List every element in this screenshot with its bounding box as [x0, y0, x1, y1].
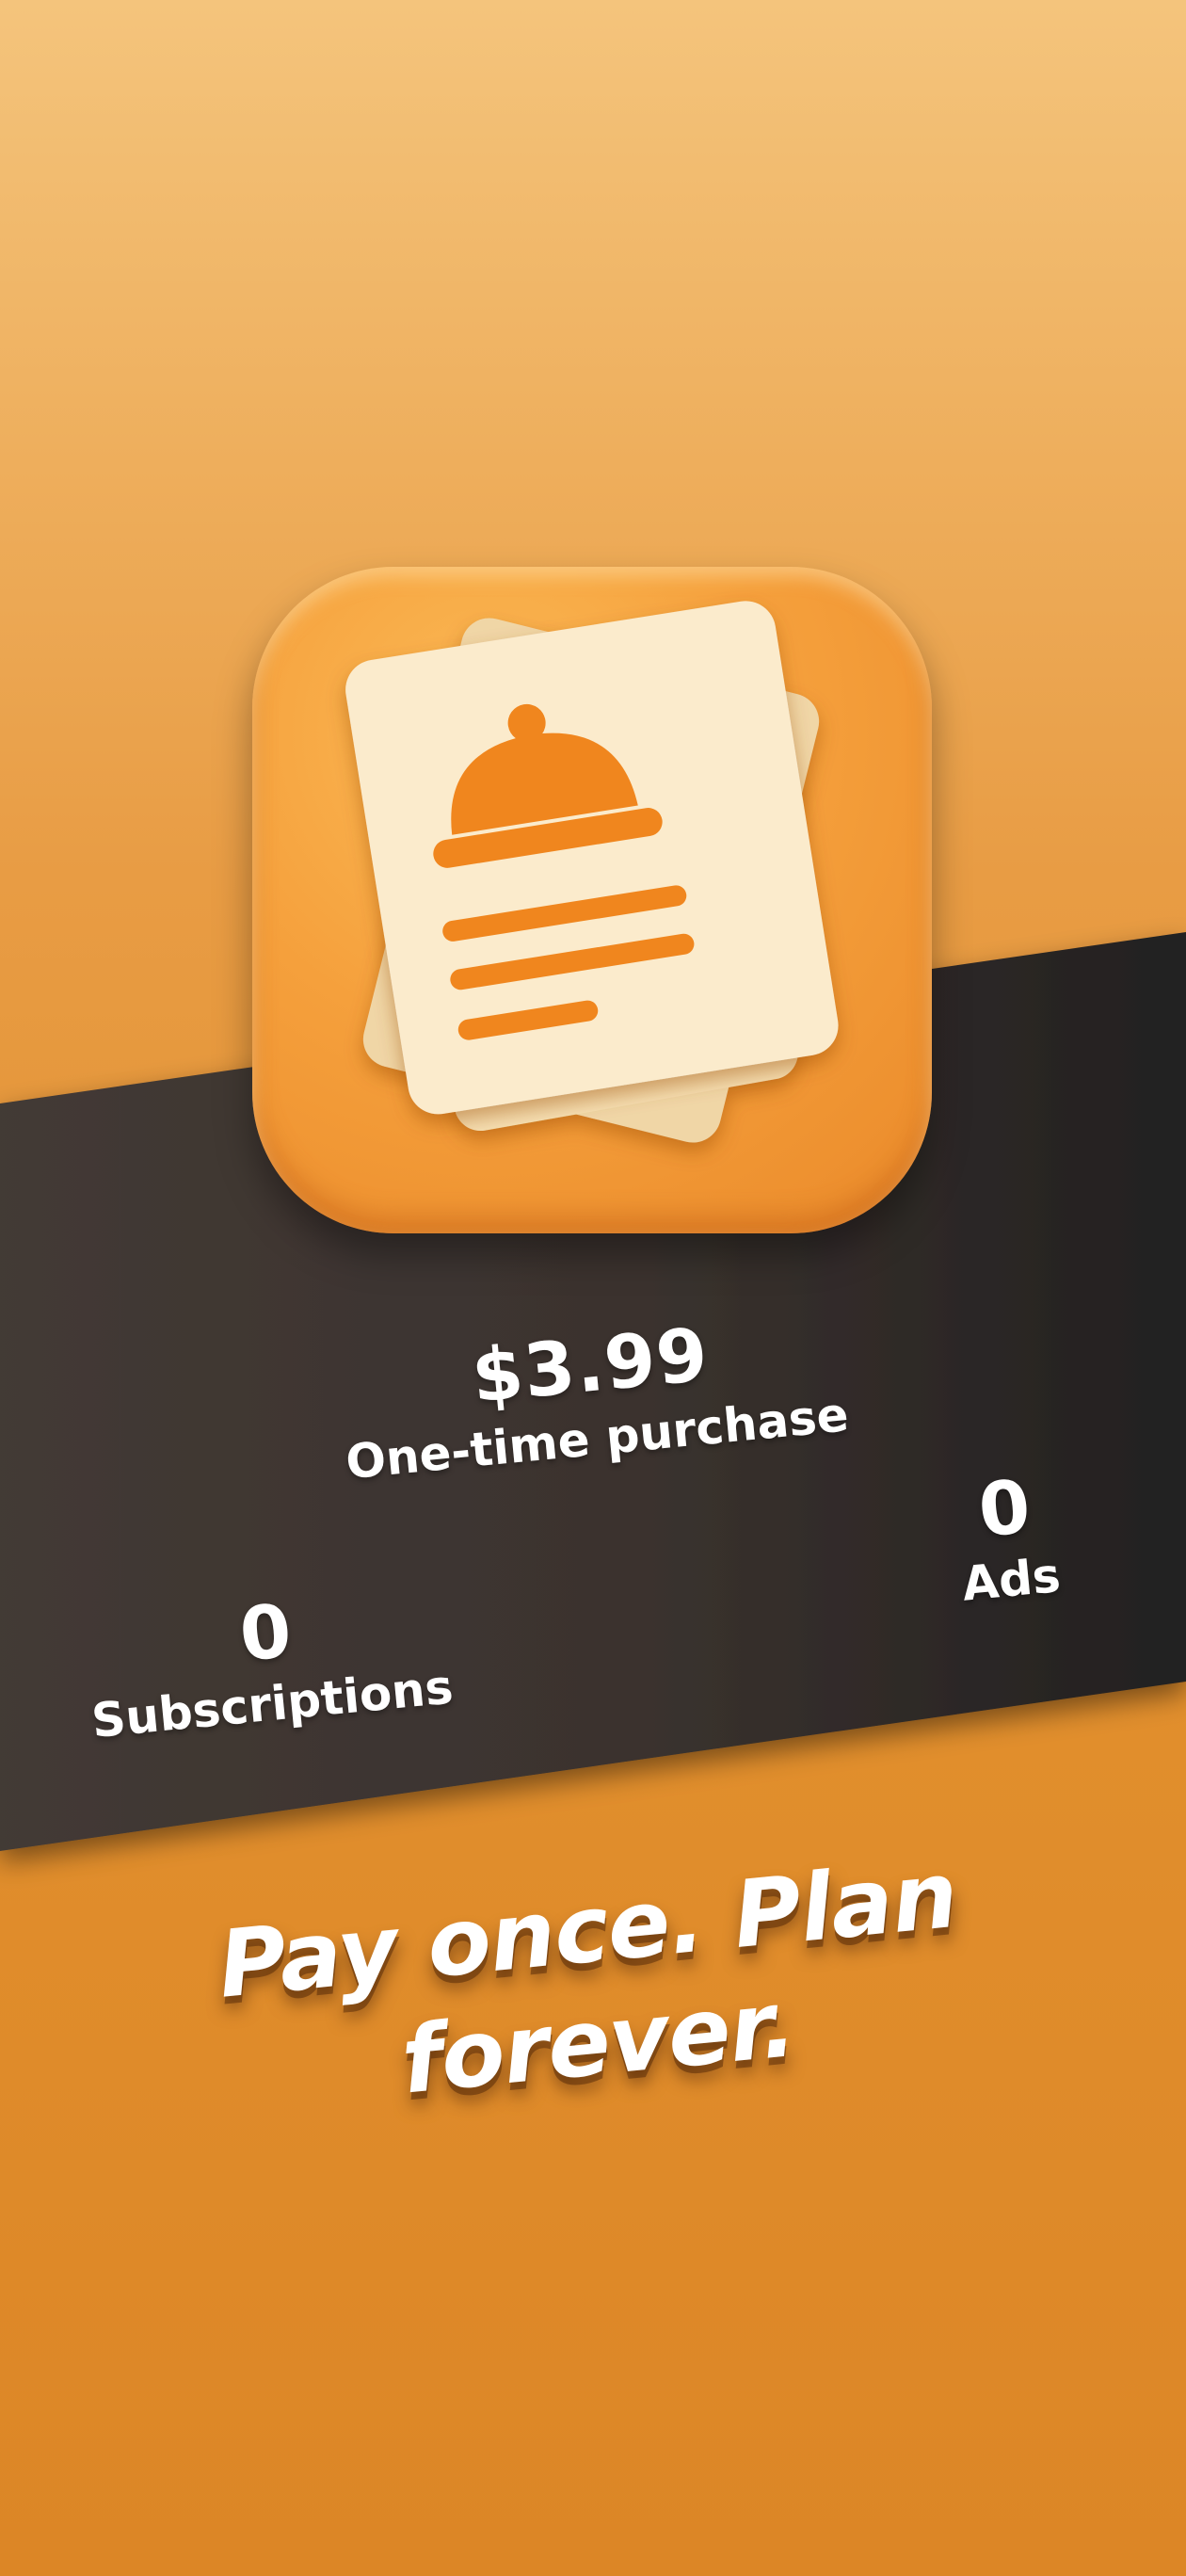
ads-block: 0 Ads [897, 1457, 1116, 1618]
dark-diagonal-band [0, 0, 1186, 2576]
app-icon [252, 567, 932, 1233]
menu-document-with-cloche-icon [345, 601, 839, 1143]
